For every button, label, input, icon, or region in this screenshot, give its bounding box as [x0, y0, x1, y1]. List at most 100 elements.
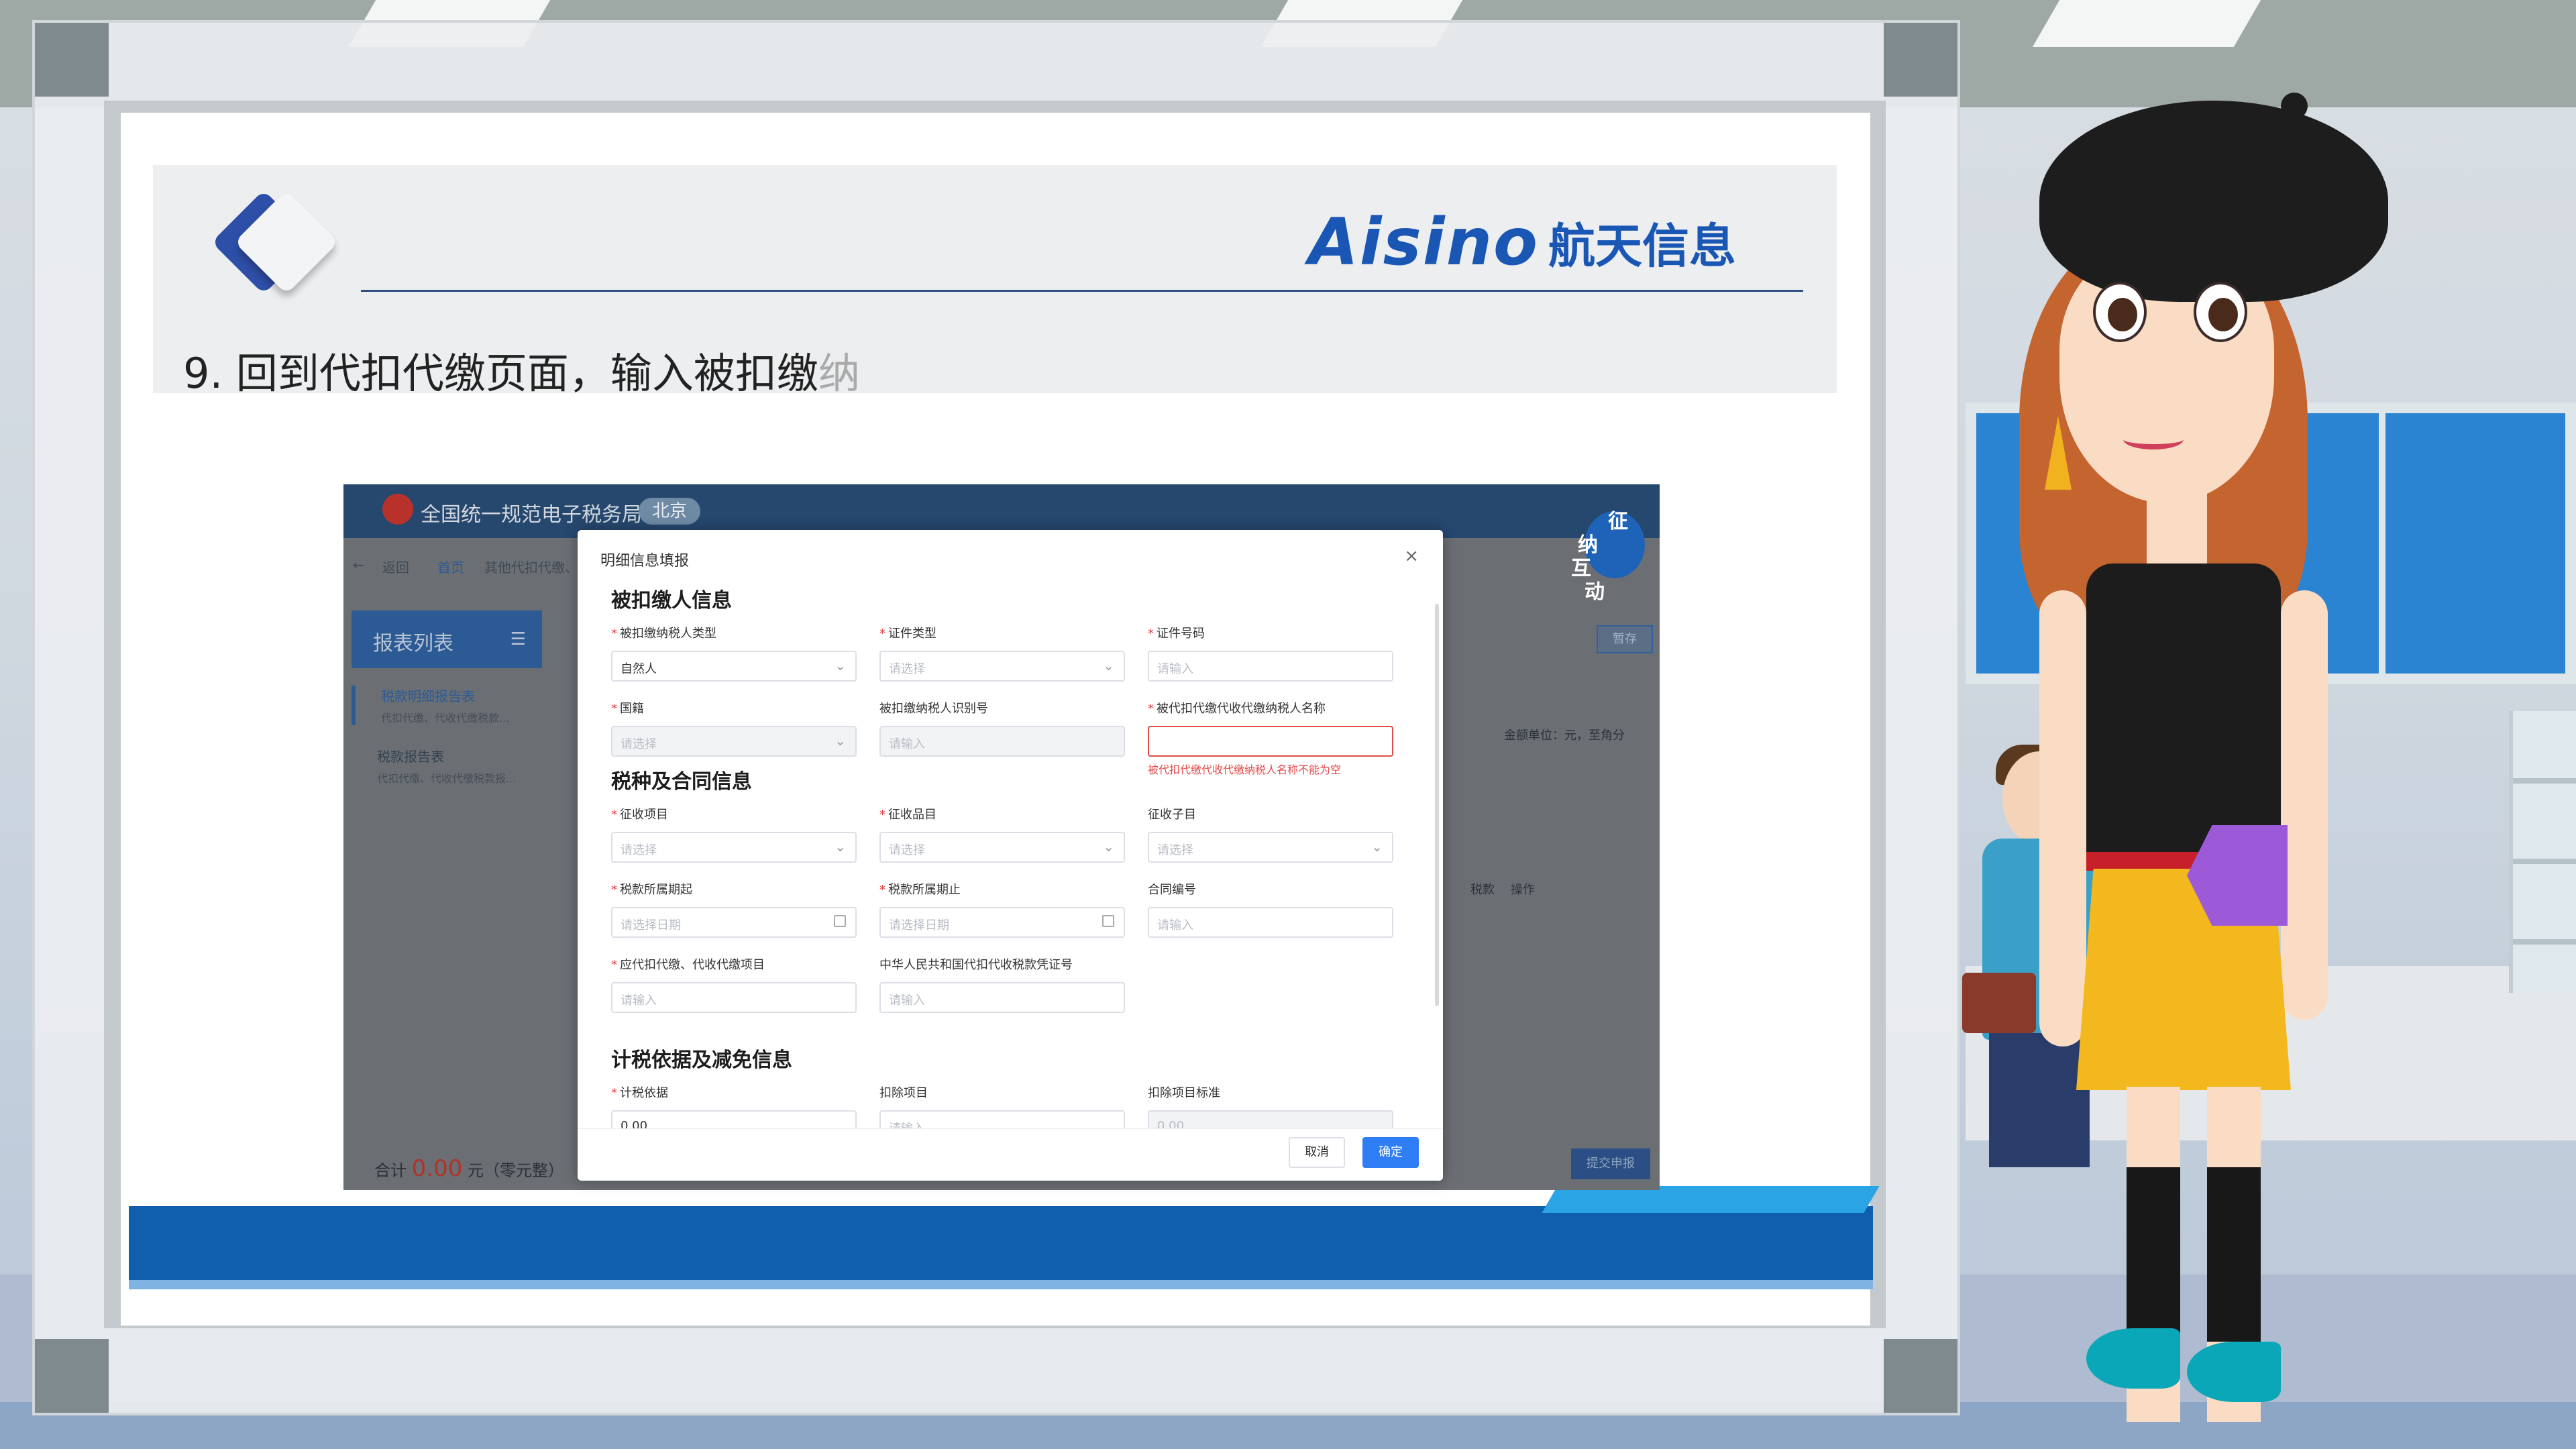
section-title: 被扣缴人信息 [611, 589, 732, 612]
sidebar-item-detail-report[interactable]: 税款明细报告表 代扣代缴、代收代缴税款... [352, 686, 542, 725]
detail-entry-modal: 明细信息填报 × 被扣缴人信息 * 被扣缴纳税人类型 自然人 ⌄ * 证件类型 请选择 ⌄ * 证件… [578, 530, 1443, 1181]
section-title: 税种及合同信息 [611, 770, 752, 794]
bot-char: 征 [1608, 510, 1628, 533]
required-marker: * [611, 958, 617, 972]
form-field: * 国籍请选择 ⌄ [611, 699, 857, 757]
submit-declaration-button[interactable]: 提交申报 [1571, 1148, 1650, 1179]
sidebar-item-report[interactable]: 税款报告表 代扣代缴、代收代缴税款报... [352, 746, 542, 786]
select-field[interactable]: 请选择 ⌄ [611, 832, 857, 863]
field-placeholder: 请选择 [1157, 843, 1193, 857]
required-marker: * [879, 627, 885, 641]
breadcrumb-home[interactable]: 首页 [437, 557, 464, 576]
select-field[interactable]: 请选择 ⌄ [879, 832, 1125, 863]
breadcrumb-current: 其他代扣代缴、 [484, 559, 578, 576]
text-input[interactable] [1148, 726, 1393, 757]
presenter-arm [2039, 590, 2086, 1046]
field-placeholder: 请输入 [621, 994, 657, 1008]
header-rule [361, 290, 1803, 292]
form-field: * 税款所属期止 请选择日期 [879, 880, 1125, 938]
chevron-down-icon: ⌄ [1371, 839, 1383, 855]
slide-header: Aisino 航天信息 9. 回到代扣代缴页面，输入被扣缴纳 [153, 165, 1837, 398]
select-field[interactable]: 请选择 ⌄ [611, 726, 857, 757]
presenter-sock [2207, 1167, 2261, 1342]
back-arrow-icon[interactable]: ← [353, 557, 364, 573]
sidebar-item-desc: 代扣代缴、代收代缴税款... [381, 712, 510, 724]
save-draft-button[interactable]: 暂存 [1597, 625, 1653, 653]
field-label: 征收子目 [1148, 805, 1393, 822]
chevron-down-icon: ⌄ [1103, 657, 1114, 674]
text-input[interactable]: 请输入 [1148, 651, 1393, 682]
field-placeholder: 请选择日期 [621, 918, 681, 932]
field-label-text: 应代扣代缴、代收代缴项目 [620, 958, 765, 972]
field-label-text: 被扣缴纳税人类型 [620, 627, 716, 641]
field-label: 中华人民共和国代扣代收税款凭证号 [879, 955, 1125, 973]
field-label: * 国籍 [611, 699, 857, 716]
blue-decoration-line [129, 1280, 1873, 1289]
presenter-shoe [2086, 1328, 2180, 1389]
cancel-button[interactable]: 取消 [1289, 1137, 1345, 1168]
field-placeholder: 请选择 [621, 843, 657, 857]
field-placeholder: 请选择 [621, 737, 657, 751]
required-marker: * [879, 808, 885, 822]
menu-icon[interactable]: ☰ [511, 629, 526, 649]
form-field: * 征收品目请选择 ⌄ [879, 805, 1125, 863]
frame-corner [1884, 23, 1957, 97]
text-input[interactable]: 请输入 [879, 982, 1125, 1013]
step-title: 9. 回到代扣代缴页面，输入被扣缴纳 [183, 339, 860, 400]
form-field: * 应代扣代缴、代收代缴项目 请输入 [611, 955, 857, 1013]
validation-error: 被代扣代缴代收代缴纳税人名称不能为空 [1148, 763, 1342, 776]
field-label: * 征收品目 [879, 805, 1125, 822]
presenter-neck [2147, 490, 2207, 570]
section-title: 计税依据及减免信息 [611, 1049, 792, 1072]
field-label: * 税款所属期起 [611, 880, 857, 898]
select-field[interactable]: 请选择 ⌄ [1148, 832, 1393, 863]
field-label-text: 国籍 [620, 702, 644, 716]
field-label: * 被扣缴纳税人类型 [611, 624, 857, 641]
field-placeholder: 请输入 [889, 994, 925, 1008]
field-label-text: 合同编号 [1148, 883, 1196, 897]
sidebar-item-title: 税款明细报告表 [381, 688, 475, 704]
field-placeholder: 请选择日期 [889, 918, 949, 932]
total-amount: 0.00 [411, 1155, 463, 1182]
total-label: 合计 [374, 1161, 407, 1180]
ceiling-light [2032, 0, 2261, 47]
confirm-button[interactable]: 确定 [1362, 1137, 1419, 1168]
form-field: 中华人民共和国代扣代收税款凭证号请输入 [879, 955, 1125, 1013]
brand-logo: Aisino 航天信息 [1308, 205, 1736, 280]
presenter-eye [2194, 282, 2247, 342]
assistant-bot-icon[interactable]: 征 纳 互 动 [1571, 498, 1652, 604]
modal-title: 明细信息填报 [600, 553, 690, 570]
blue-decoration-accent [1542, 1186, 1880, 1213]
select-field[interactable]: 自然人 ⌄ [611, 651, 857, 682]
region-badge[interactable]: 北京 [639, 498, 701, 525]
field-label: 被扣缴纳税人识别号 [879, 699, 1125, 716]
presenter-sock [2127, 1167, 2180, 1342]
text-input[interactable]: 请输入 [879, 726, 1125, 757]
required-marker: * [611, 702, 617, 716]
chevron-down-icon: ⌄ [835, 657, 846, 674]
field-label: * 证件类型 [879, 624, 1125, 641]
presenter-shoe [2187, 1342, 2281, 1402]
required-marker: * [611, 627, 617, 641]
field-label-text: 征收子目 [1148, 808, 1196, 822]
chevron-down-icon: ⌄ [835, 839, 846, 855]
text-input[interactable]: 请输入 [611, 982, 857, 1013]
frame-corner [1884, 1339, 1957, 1413]
close-icon[interactable]: × [1404, 546, 1419, 566]
bot-char: 动 [1585, 580, 1605, 604]
form-field: * 证件号码 请输入 [1148, 624, 1393, 682]
shelf-line [2513, 939, 2576, 945]
field-label: 扣除项目标准 [1148, 1083, 1393, 1101]
field-label: * 征收项目 [611, 805, 857, 822]
breadcrumb-back[interactable]: 返回 [382, 557, 409, 576]
presenter-eye [2093, 282, 2147, 342]
select-field[interactable]: 请选择 ⌄ [879, 651, 1125, 682]
date-picker[interactable]: 请选择日期 [611, 907, 857, 938]
required-marker: * [1148, 627, 1154, 641]
required-marker: * [611, 1086, 617, 1100]
date-picker[interactable]: 请选择日期 [879, 907, 1125, 938]
modal-scrollbar[interactable] [1435, 604, 1439, 1006]
text-input[interactable]: 请输入 [1148, 907, 1393, 938]
field-label: * 应代扣代缴、代收代缴项目 [611, 955, 857, 973]
field-label-text: 征收项目 [620, 808, 668, 822]
